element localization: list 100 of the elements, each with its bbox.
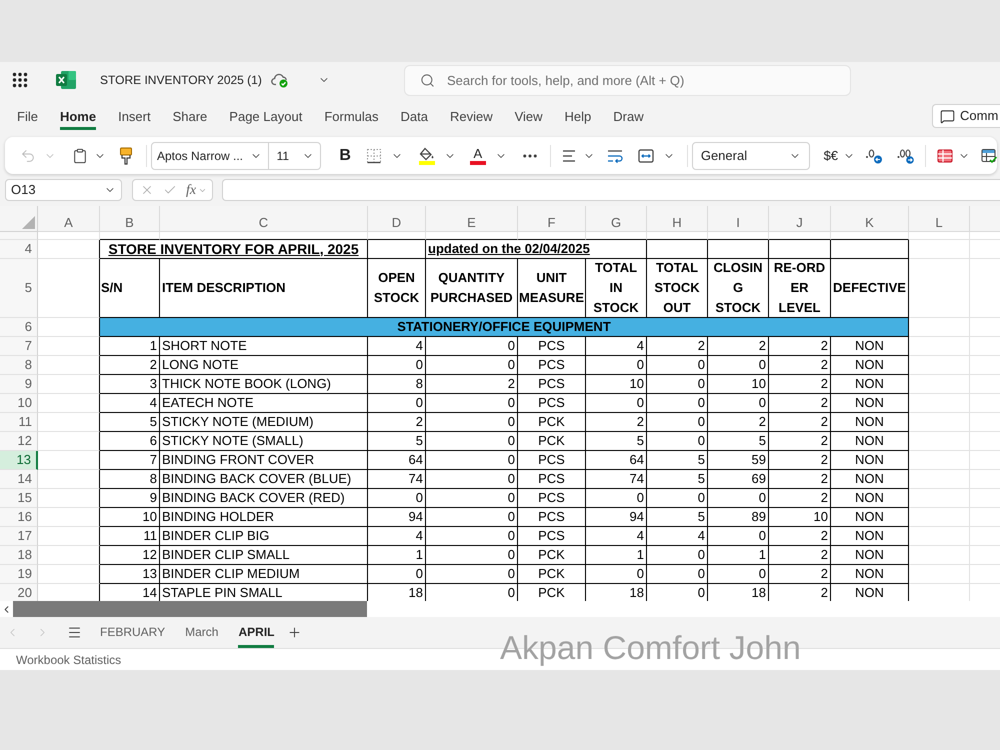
formula-input[interactable] bbox=[222, 179, 1000, 201]
ribbon-tab[interactable]: Home bbox=[48, 98, 108, 134]
document-title[interactable]: STORE INVENTORY 2025 (1) bbox=[100, 71, 262, 89]
ribbon-tab[interactable]: Share bbox=[162, 98, 218, 134]
row-header[interactable]: 8 bbox=[0, 356, 38, 375]
dots-grid-icon[interactable] bbox=[12, 72, 28, 88]
table-cell: 94 bbox=[368, 508, 426, 527]
empty-cell bbox=[909, 489, 970, 508]
ribbon-tab[interactable]: Review bbox=[438, 98, 504, 134]
row-header[interactable]: 6 bbox=[0, 318, 38, 337]
align-lines-icon[interactable] bbox=[560, 148, 577, 164]
table-cell: 11 bbox=[100, 527, 160, 546]
bold-button[interactable]: B bbox=[338, 144, 352, 168]
ribbon-tab[interactable]: View bbox=[504, 98, 554, 134]
table-cell: 64 bbox=[586, 451, 647, 470]
row-header[interactable]: 7 bbox=[0, 337, 38, 356]
row-header[interactable]: 14 bbox=[0, 470, 38, 489]
wrap-text-icon[interactable] bbox=[606, 148, 623, 164]
table-cell: NON bbox=[831, 413, 909, 432]
table-cell: 89 bbox=[708, 508, 769, 527]
table-cell: PCS bbox=[518, 394, 586, 413]
table-cell: 0 bbox=[586, 565, 647, 584]
row-header[interactable]: 19 bbox=[0, 565, 38, 584]
conditional-format-icon[interactable] bbox=[937, 148, 954, 164]
row-header[interactable]: 5 bbox=[0, 259, 38, 318]
search-field[interactable]: Search for tools, help, and more (Alt + Q) bbox=[404, 64, 851, 96]
table-cell: 0 bbox=[647, 394, 708, 413]
table-cell: 0 bbox=[426, 470, 518, 489]
merge-cells-icon[interactable] bbox=[638, 148, 654, 164]
font-color-button[interactable]: A bbox=[470, 146, 486, 164]
ribbon-tab[interactable]: Page Layout bbox=[218, 98, 314, 134]
table-cell: 0 bbox=[586, 356, 647, 375]
table-cell: PCS bbox=[518, 489, 586, 508]
table-cell: 0 bbox=[647, 432, 708, 451]
table-cell: 0 bbox=[426, 546, 518, 565]
table-cell: 2 bbox=[769, 565, 831, 584]
clipboard-icon[interactable] bbox=[72, 148, 88, 164]
ribbon-tab[interactable]: Insert bbox=[107, 98, 162, 134]
table-cell: 0 bbox=[708, 394, 769, 413]
overlay-text: Akpan Comfort John bbox=[500, 628, 801, 668]
table-cell: PCS bbox=[518, 470, 586, 489]
comments-button[interactable]: Comm bbox=[932, 104, 1000, 128]
ribbon-tab[interactable]: Draw bbox=[602, 98, 655, 134]
name-box[interactable]: O13 bbox=[5, 179, 122, 201]
ribbon-tab[interactable]: File bbox=[6, 98, 49, 134]
font-name-field[interactable]: Aptos Narrow ... bbox=[150, 142, 269, 170]
plus-icon[interactable] bbox=[287, 625, 302, 640]
table-cell: PCS bbox=[518, 527, 586, 546]
row-header[interactable]: 20 bbox=[0, 584, 38, 601]
table-cell: 2 bbox=[769, 432, 831, 451]
ribbon-tab[interactable]: Help bbox=[554, 98, 602, 134]
table-cell: 0 bbox=[647, 489, 708, 508]
empty-cell bbox=[368, 240, 426, 259]
horizontal-scrollbar[interactable] bbox=[0, 601, 1000, 617]
table-cell: NON bbox=[831, 565, 909, 584]
table-cell: 5 bbox=[708, 432, 769, 451]
ribbon-tab[interactable]: Formulas bbox=[313, 98, 390, 134]
table-cell: 0 bbox=[647, 356, 708, 375]
table-cell: 2 bbox=[769, 489, 831, 508]
close-icon[interactable] bbox=[140, 183, 154, 197]
paintbrush-icon[interactable] bbox=[119, 146, 133, 164]
insert-function-button[interactable]: fx bbox=[186, 180, 196, 200]
status-bar-text[interactable]: Workbook Statistics bbox=[16, 650, 122, 668]
number-format-field[interactable]: General bbox=[692, 142, 810, 170]
increase-decimal-icon[interactable] bbox=[897, 148, 916, 164]
row-header[interactable]: 13 bbox=[0, 451, 38, 470]
borders-icon[interactable] bbox=[366, 148, 382, 164]
table-cell: 2 bbox=[586, 413, 647, 432]
row-header[interactable]: 17 bbox=[0, 527, 38, 546]
table-cell: 0 bbox=[368, 394, 426, 413]
sheet-tab[interactable]: March bbox=[175, 617, 228, 648]
ribbon-tab[interactable]: Data bbox=[390, 98, 439, 134]
row-header[interactable]: 15 bbox=[0, 489, 38, 508]
scrollbar-thumb[interactable] bbox=[13, 601, 367, 617]
currency-button[interactable]: $€ bbox=[824, 146, 838, 166]
row-header[interactable]: 9 bbox=[0, 375, 38, 394]
table-cell: 6 bbox=[100, 432, 160, 451]
table-cell: 0 bbox=[426, 394, 518, 413]
font-size-field[interactable]: 11 bbox=[268, 142, 322, 170]
sheet-tab[interactable]: FEBRUARY bbox=[90, 617, 176, 648]
row-header[interactable]: 4 bbox=[0, 240, 38, 259]
empty-cell bbox=[909, 546, 970, 565]
row-header[interactable]: 12 bbox=[0, 432, 38, 451]
section-heading: STATIONERY/OFFICE EQUIPMENT bbox=[100, 318, 909, 337]
menu-icon[interactable] bbox=[67, 625, 82, 640]
fill-bucket-icon[interactable] bbox=[418, 146, 435, 164]
table-cell: NON bbox=[831, 527, 909, 546]
table-cell: BINDER CLIP MEDIUM bbox=[160, 565, 368, 584]
table-cell: 2 bbox=[769, 451, 831, 470]
row-header[interactable]: 18 bbox=[0, 546, 38, 565]
table-cell: 10 bbox=[586, 375, 647, 394]
table-cell: 5 bbox=[368, 432, 426, 451]
table-cell: NON bbox=[831, 508, 909, 527]
table-cell: 0 bbox=[426, 432, 518, 451]
row-header[interactable]: 16 bbox=[0, 508, 38, 527]
row-header[interactable]: 10 bbox=[0, 394, 38, 413]
decrease-decimal-icon[interactable] bbox=[865, 148, 884, 164]
row-header[interactable]: 11 bbox=[0, 413, 38, 432]
table-check-icon[interactable] bbox=[981, 148, 998, 164]
empty-cell bbox=[909, 451, 970, 470]
